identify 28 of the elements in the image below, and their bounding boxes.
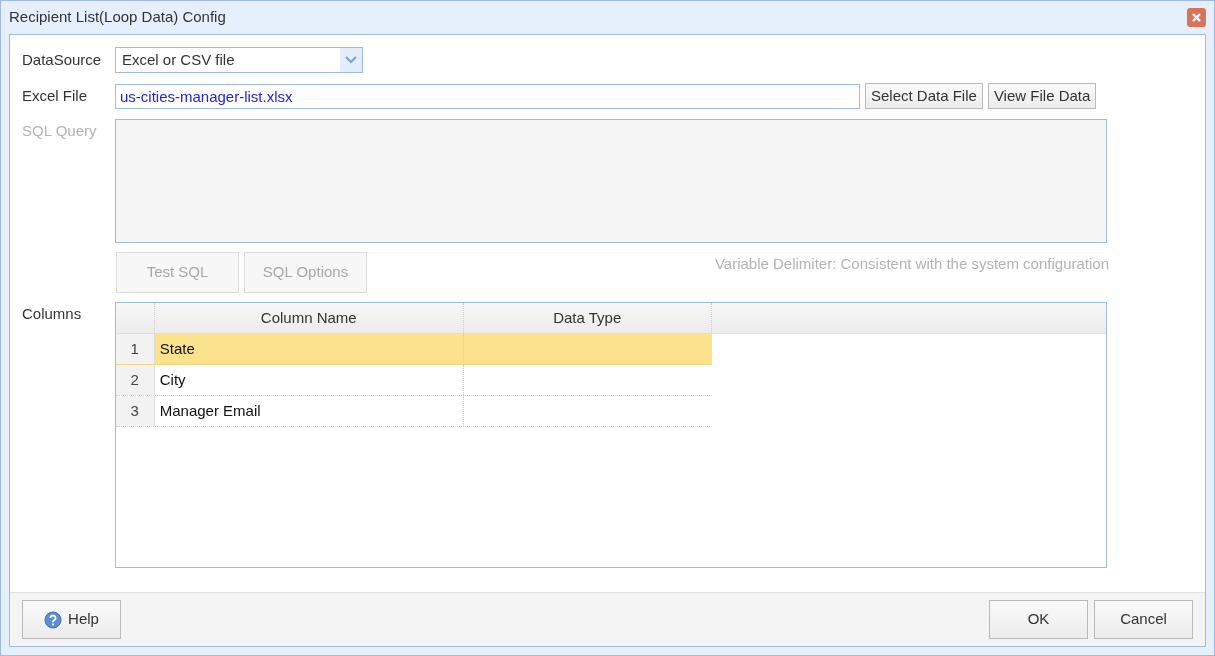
field-label: SQL Query (22, 121, 98, 141)
grid-row[interactable]: 1 State (115, 334, 712, 365)
field-label: DataSource (22, 49, 103, 70)
cancel-button[interactable]: Cancel (1094, 600, 1193, 639)
grid-row[interactable]: 2 City (115, 365, 712, 396)
window-title: Recipient List(Loop Data) Config (9, 7, 226, 28)
close-icon (1191, 12, 1202, 23)
table-cell: State (154, 334, 464, 364)
table-cell: Manager Email (154, 396, 464, 426)
grid-row[interactable]: 3 Manager Email (115, 396, 712, 427)
chevron-down-icon (345, 56, 357, 64)
row-number: 1 (115, 334, 155, 364)
ok-button[interactable]: OK (989, 600, 1088, 639)
select-file-button[interactable]: Select Data File (865, 83, 983, 109)
help-icon (44, 610, 63, 629)
row-number: 3 (115, 396, 155, 426)
column-header[interactable]: Column Name (154, 303, 464, 333)
row-number: 2 (115, 365, 155, 395)
close-button[interactable] (1187, 8, 1206, 27)
delimiter-note: Variable Delimiter: Consistent with the system configuration (714, 254, 1109, 274)
column-header[interactable]: Data Type (463, 303, 712, 333)
help-button[interactable]: Help (22, 600, 121, 639)
field-label: Columns (22, 304, 83, 324)
file-path-field[interactable]: us-cities-manager-list.xlsx (115, 83, 860, 109)
view-data-button[interactable]: View File Data (987, 83, 1097, 109)
field-label: Excel File (22, 85, 89, 106)
table-cell: City (154, 365, 464, 395)
datasource-dropdown[interactable]: Excel or CSV file (115, 47, 363, 73)
